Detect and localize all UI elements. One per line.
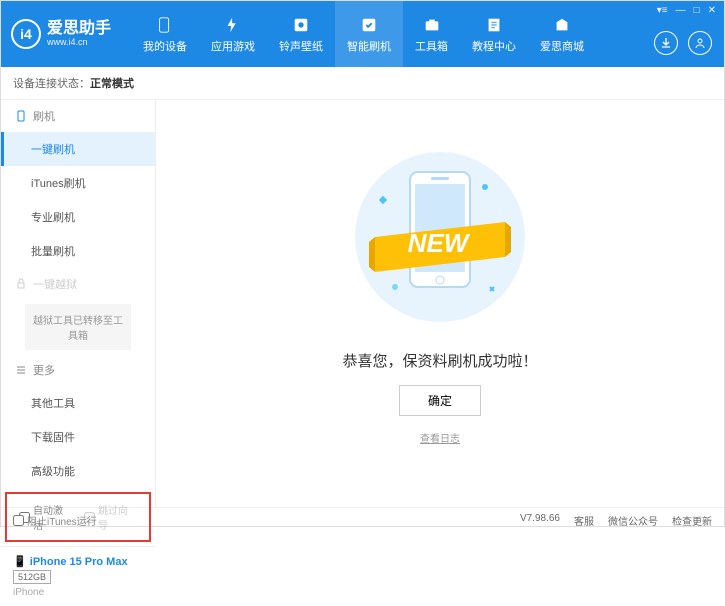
close-icon[interactable]: ✕ (708, 5, 716, 16)
menu-icon[interactable]: ▾≡ (657, 5, 668, 16)
sidebar-more-2[interactable]: 高级功能 (1, 454, 155, 488)
nav-1[interactable]: 应用游戏 (199, 1, 267, 67)
nav-3[interactable]: 智能刷机 (335, 1, 403, 67)
nav-0[interactable]: 我的设备 (131, 1, 199, 67)
nav-icon-3 (359, 15, 379, 35)
success-illustration: NEW (345, 142, 535, 332)
ok-button[interactable]: 确定 (399, 385, 481, 416)
status-prefix: 设备连接状态： (13, 78, 90, 90)
jailbreak-note[interactable]: 越狱工具已转移至工具箱 (25, 304, 131, 350)
version-label: V7.98.66 (520, 513, 560, 528)
device-name: iPhone 15 Pro Max (30, 556, 128, 568)
menu-lines-icon (15, 364, 27, 376)
success-message: 恭喜您，保资料刷机成功啦！ (342, 350, 537, 371)
nav-icon-4 (422, 15, 442, 35)
logo-icon: i4 (11, 19, 41, 49)
device-info[interactable]: 📱 iPhone 15 Pro Max 512GB iPhone (1, 546, 155, 606)
nav-icon-2 (291, 15, 311, 35)
app-url: www.i4.cn (47, 38, 111, 48)
nav-icon-6 (552, 15, 572, 35)
sidebar-section-flash[interactable]: 刷机 (1, 100, 155, 132)
sidebar-more-0[interactable]: 其他工具 (1, 386, 155, 420)
maximize-icon[interactable]: □ (694, 5, 700, 16)
footer-link-wechat[interactable]: 微信公众号 (608, 513, 658, 528)
download-icon[interactable] (654, 31, 678, 55)
sidebar-flash-1[interactable]: iTunes刷机 (1, 166, 155, 200)
footer-link-update[interactable]: 检查更新 (672, 513, 712, 528)
device-type: iPhone (13, 587, 143, 598)
view-log-link[interactable]: 查看日志 (420, 430, 460, 445)
sidebar-flash-0[interactable]: 一键刷机 (1, 132, 155, 166)
nav-icon-0 (155, 15, 175, 35)
device-storage: 512GB (13, 570, 51, 584)
nav-6[interactable]: 爱思商城 (528, 1, 596, 67)
app-logo: i4 爱思助手 www.i4.cn (11, 19, 111, 49)
nav-4[interactable]: 工具箱 (403, 1, 460, 67)
app-title: 爱思助手 (47, 20, 111, 38)
nav-2[interactable]: 铃声壁纸 (267, 1, 335, 67)
sidebar-flash-3[interactable]: 批量刷机 (1, 234, 155, 268)
nav-5[interactable]: 教程中心 (460, 1, 528, 67)
sidebar-section-more[interactable]: 更多 (1, 354, 155, 386)
minimize-icon[interactable]: — (676, 5, 686, 16)
footer-link-support[interactable]: 客服 (574, 513, 594, 528)
nav-icon-1 (223, 15, 243, 35)
lock-icon (15, 278, 27, 290)
phone-icon (15, 110, 27, 122)
sidebar-flash-2[interactable]: 专业刷机 (1, 200, 155, 234)
nav-icon-5 (484, 15, 504, 35)
sidebar-more-1[interactable]: 下载固件 (1, 420, 155, 454)
block-itunes-checkbox[interactable]: 阻止iTunes运行 (13, 513, 97, 528)
svg-text:NEW: NEW (408, 228, 471, 258)
status-mode: 正常模式 (90, 78, 134, 90)
device-icon: 📱 (13, 556, 27, 568)
user-icon[interactable] (688, 31, 712, 55)
status-bar: 设备连接状态：正常模式 (1, 67, 724, 100)
sidebar-section-jailbreak: 一键越狱 (1, 268, 155, 300)
